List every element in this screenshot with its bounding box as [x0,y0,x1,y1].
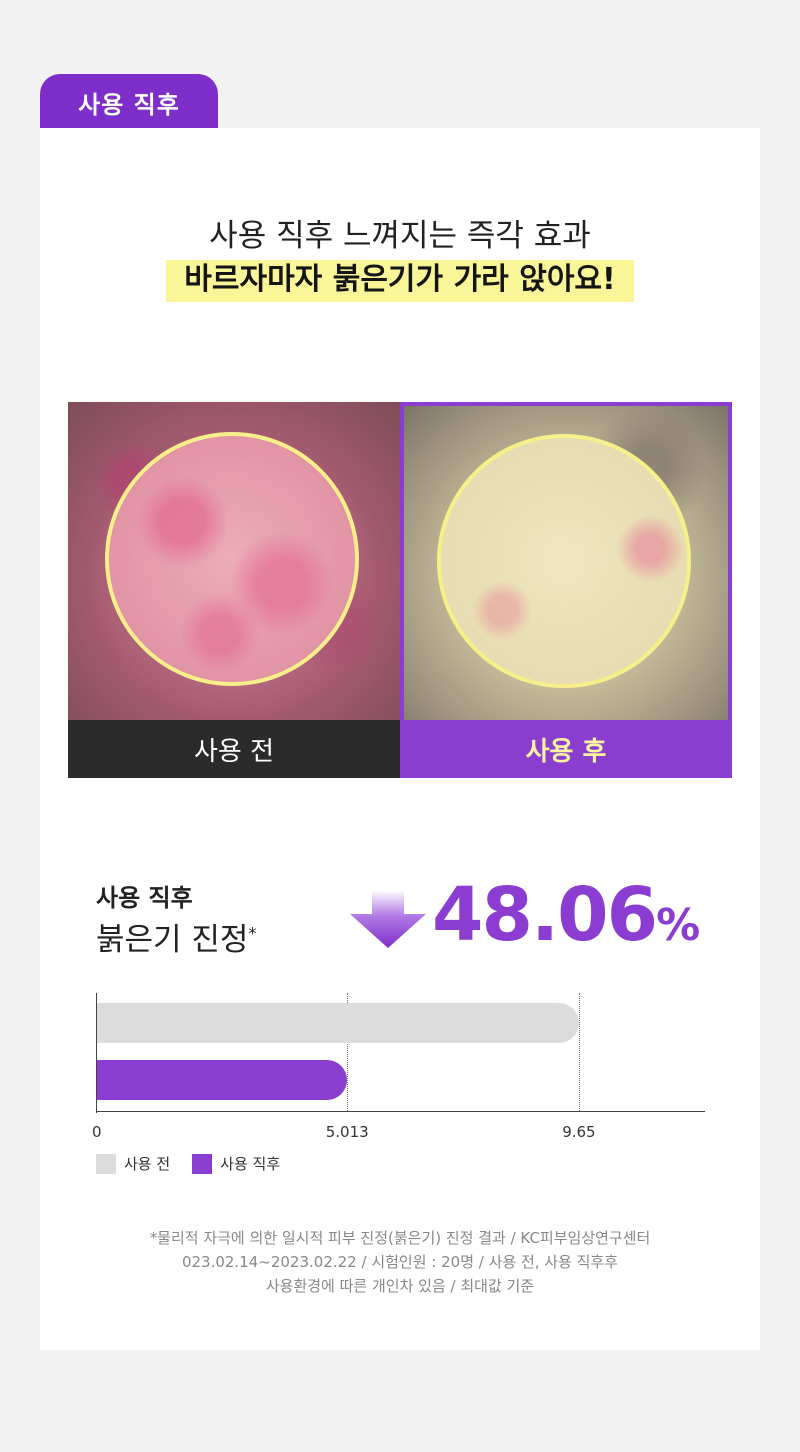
after-skin-image [404,406,728,720]
before-skin-image [68,402,400,720]
legend-swatch-after [192,1153,213,1174]
reduction-number: 48.06 [432,872,658,958]
bar-before [97,1003,579,1043]
tick-label: 9.65 [562,1123,596,1141]
metric-subtitle: 붉은기 진정* [96,914,256,959]
section-tab-label: 사용 직후 [78,90,180,119]
reduction-value: 48.06% [432,870,700,971]
down-arrow-icon [350,890,426,948]
legend-label-after: 사용 직후 [220,1155,281,1173]
section-tab: 사용 직후 [40,74,218,130]
footnote-line: 사용환경에 따른 개인차 있음 / 최대값 기준 [265,1277,535,1295]
bar-after [97,1060,348,1100]
subtitle: 사용 직후 느껴지는 즉각 효과 [209,218,591,254]
chart-legend: 사용 전 사용 직후 [96,1153,302,1174]
reduction-unit: % [656,900,701,951]
footnote-line: 023.02.14~2023.02.22 / 시험인원 : 20명 / 사용 전… [181,1253,619,1271]
tick-label: 5.013 [325,1123,369,1141]
after-magnifier-circle [437,434,691,688]
legend-item-after: 사용 직후 [192,1153,280,1174]
legend-item-before: 사용 전 [96,1153,170,1174]
before-caption: 사용 전 [68,720,400,778]
guide-line-before [578,993,580,1111]
footnote-line: *물리적 자극에 의한 일시적 피부 진정(붉은기) 진정 결과 / KC피부임… [149,1229,651,1247]
metric-subtitle-text: 붉은기 진정 [96,922,249,958]
footnote: *물리적 자극에 의한 일시적 피부 진정(붉은기) 진정 결과 / KC피부임… [40,1226,760,1298]
legend-label-before: 사용 전 [124,1155,171,1173]
headline: 바르자마자 붉은기가 가라 앉아요! [166,260,634,302]
metric-asterisk: * [248,923,257,943]
metric-title: 사용 직후 [96,884,193,912]
tick-label: 0 [92,1123,102,1141]
chart-x-axis [96,1111,705,1112]
legend-swatch-before [96,1153,116,1174]
content-card: 사용 직후 느껴지는 즉각 효과 바르자마자 붉은기가 가라 앉아요! 사용 전… [40,128,760,1350]
before-photo: 사용 전 [68,402,400,778]
before-magnifier-circle [105,432,359,686]
after-caption: 사용 후 [400,720,732,778]
after-photo: 사용 후 [400,402,732,778]
